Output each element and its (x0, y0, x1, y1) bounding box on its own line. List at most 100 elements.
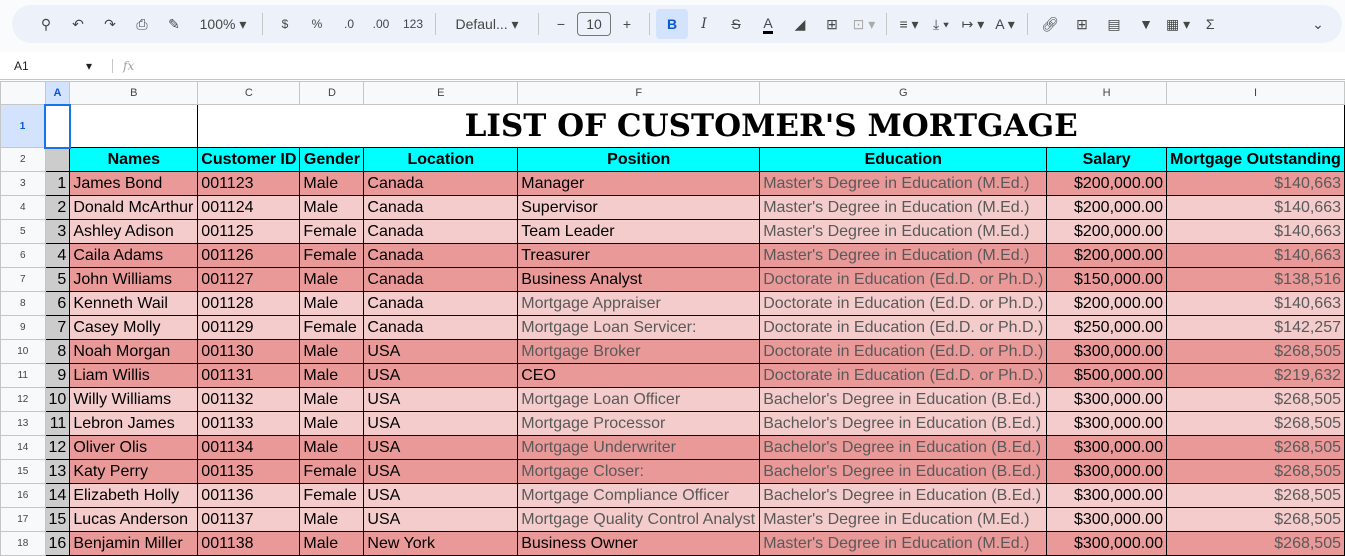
customer-id-cell[interactable]: 001127 (197, 267, 301, 292)
row-header[interactable]: 10 (0, 339, 46, 364)
gender-cell[interactable]: Male (299, 531, 365, 556)
row-number[interactable]: 15 (44, 507, 71, 532)
location-cell[interactable]: Canada (363, 267, 519, 292)
name-cell[interactable]: Caila Adams (69, 243, 199, 268)
salary-cell[interactable]: $150,000.00 (1046, 267, 1167, 292)
name-cell[interactable]: Benjamin Miller (69, 531, 199, 556)
education-cell[interactable]: Doctorate in Education (Ed.D. or Ph.D.) (759, 291, 1048, 316)
row-number[interactable]: 9 (44, 363, 71, 388)
customer-id-cell[interactable]: 001138 (197, 531, 301, 556)
customer-id-cell[interactable]: 001131 (197, 363, 301, 388)
search-icon[interactable]: ⚲ (30, 9, 62, 39)
undo-icon[interactable]: ↶ (62, 9, 94, 39)
redo-icon[interactable]: ↷ (94, 9, 126, 39)
name-cell[interactable]: Donald McArthur (69, 195, 199, 220)
link-icon[interactable]: 🔗︎ (1034, 9, 1066, 39)
column-header-b[interactable]: B (69, 81, 199, 105)
row-number[interactable]: 4 (44, 243, 71, 268)
row-header[interactable]: 8 (0, 291, 46, 316)
row-header[interactable]: 18 (0, 531, 46, 556)
salary-cell[interactable]: $200,000.00 (1046, 291, 1167, 316)
row-header[interactable]: 17 (0, 507, 46, 532)
location-cell[interactable]: USA (363, 387, 519, 412)
paint-format-icon[interactable]: ✎ (158, 9, 190, 39)
education-cell[interactable]: Bachelor's Degree in Education (B.Ed.) (759, 435, 1048, 460)
vertical-align-icon[interactable]: ⤓ ▾ (925, 9, 957, 39)
column-header-e[interactable]: E (363, 81, 519, 105)
name-cell[interactable]: Lebron James (69, 411, 199, 436)
strikethrough-icon[interactable]: S (720, 9, 752, 39)
gender-cell[interactable]: Male (299, 507, 365, 532)
mortgage-outstanding-cell[interactable]: $140,663 (1165, 195, 1345, 220)
mortgage-outstanding-cell[interactable]: $138,516 (1165, 267, 1345, 292)
print-icon[interactable]: ⎙ (126, 9, 158, 39)
education-cell[interactable]: Doctorate in Education (Ed.D. or Ph.D.) (759, 315, 1048, 340)
mortgage-outstanding-cell[interactable]: $219,632 (1165, 363, 1345, 388)
customer-id-cell[interactable]: 001130 (197, 339, 301, 364)
row-header[interactable]: 4 (0, 195, 46, 220)
position-cell[interactable]: Treasurer (517, 243, 761, 268)
mortgage-outstanding-cell[interactable]: $268,505 (1165, 507, 1345, 532)
gender-cell[interactable]: Male (299, 171, 365, 196)
gender-cell[interactable]: Male (299, 195, 365, 220)
location-cell[interactable]: USA (363, 411, 519, 436)
row-number[interactable]: 8 (44, 339, 71, 364)
mortgage-outstanding-cell[interactable]: $268,505 (1165, 483, 1345, 508)
customer-id-cell[interactable]: 001123 (197, 171, 301, 196)
education-cell[interactable]: Master's Degree in Education (M.Ed.) (759, 195, 1048, 220)
row-header[interactable]: 9 (0, 315, 46, 340)
column-header-i[interactable]: I (1165, 81, 1345, 105)
row-header-1[interactable]: 1 (0, 104, 46, 148)
bold-button[interactable]: B (656, 9, 688, 39)
name-cell[interactable]: Ashley Adison (69, 219, 199, 244)
salary-cell[interactable]: $200,000.00 (1046, 171, 1167, 196)
customer-id-cell[interactable]: 001128 (197, 291, 301, 316)
education-cell[interactable]: Bachelor's Degree in Education (B.Ed.) (759, 411, 1048, 436)
row-number[interactable]: 2 (44, 195, 71, 220)
education-cell[interactable]: Doctorate in Education (Ed.D. or Ph.D.) (759, 363, 1048, 388)
name-box[interactable]: A1 ▾ (0, 59, 100, 73)
gender-cell[interactable]: Female (299, 219, 365, 244)
cell-a2[interactable] (44, 147, 71, 172)
row-header[interactable]: 13 (0, 411, 46, 436)
name-cell[interactable]: Elizabeth Holly (69, 483, 199, 508)
education-cell[interactable]: Bachelor's Degree in Education (B.Ed.) (759, 483, 1048, 508)
customer-id-cell[interactable]: 001135 (197, 459, 301, 484)
row-header[interactable]: 3 (0, 171, 46, 196)
location-cell[interactable]: Canada (363, 291, 519, 316)
merge-cells-icon[interactable]: ⊡ ▾ (848, 9, 880, 39)
customer-id-cell[interactable]: 001133 (197, 411, 301, 436)
row-number[interactable]: 16 (44, 531, 71, 556)
italic-button[interactable]: I (688, 9, 720, 39)
mortgage-outstanding-cell[interactable]: $140,663 (1165, 243, 1345, 268)
mortgage-outstanding-cell[interactable]: $268,505 (1165, 531, 1345, 556)
functions-button[interactable]: Σ (1194, 9, 1226, 39)
filter-icon[interactable]: ▼ (1130, 9, 1162, 39)
customer-id-cell[interactable]: 001132 (197, 387, 301, 412)
customer-id-cell[interactable]: 001126 (197, 243, 301, 268)
location-cell[interactable]: New York (363, 531, 519, 556)
row-header[interactable]: 12 (0, 387, 46, 412)
percent-button[interactable]: % (301, 9, 333, 39)
position-cell[interactable]: Mortgage Processor (517, 411, 761, 436)
gender-cell[interactable]: Male (299, 267, 365, 292)
spreadsheet-grid[interactable]: A B C D E F G H I 1 LIST OF CUSTOMER'S MORTGAGE 2 Na… (0, 81, 1345, 556)
row-number[interactable]: 14 (44, 483, 71, 508)
column-header-g[interactable]: G (759, 81, 1048, 105)
customer-id-cell[interactable]: 001125 (197, 219, 301, 244)
location-cell[interactable]: USA (363, 483, 519, 508)
salary-cell[interactable]: $300,000.00 (1046, 435, 1167, 460)
name-cell[interactable]: James Bond (69, 171, 199, 196)
education-cell[interactable]: Master's Degree in Education (M.Ed.) (759, 243, 1048, 268)
row-number[interactable]: 11 (44, 411, 71, 436)
mortgage-outstanding-cell[interactable]: $268,505 (1165, 459, 1345, 484)
horizontal-align-icon[interactable]: ≡ ▾ (893, 9, 925, 39)
borders-icon[interactable]: ⊞ (816, 9, 848, 39)
education-cell[interactable]: Master's Degree in Education (M.Ed.) (759, 531, 1048, 556)
location-cell[interactable]: Canada (363, 243, 519, 268)
text-rotation-icon[interactable]: A ▾ (989, 9, 1021, 39)
education-cell[interactable]: Master's Degree in Education (M.Ed.) (759, 219, 1048, 244)
name-cell[interactable]: Liam Willis (69, 363, 199, 388)
salary-cell[interactable]: $300,000.00 (1046, 483, 1167, 508)
gender-cell[interactable]: Male (299, 435, 365, 460)
